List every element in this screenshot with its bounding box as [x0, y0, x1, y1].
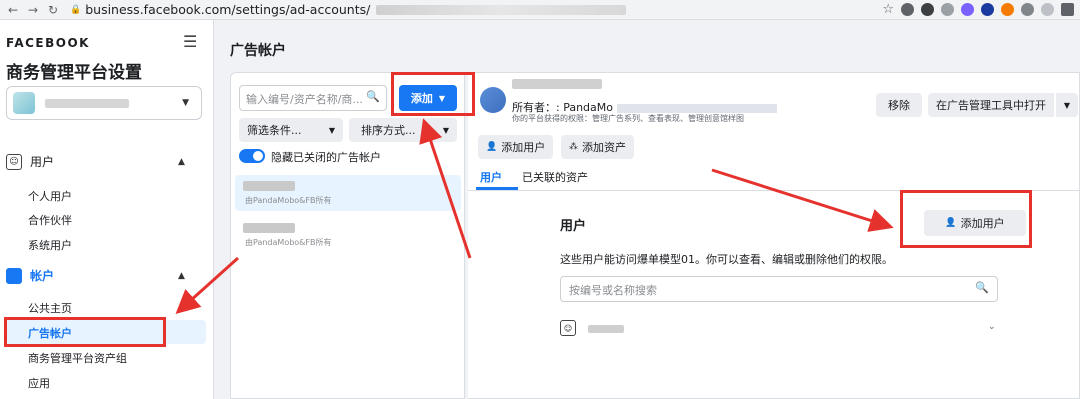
back-icon[interactable]: ←: [6, 3, 20, 17]
extension-icon[interactable]: [901, 3, 914, 16]
list-item[interactable]: 由PandaMobo&FB所有: [235, 217, 461, 253]
sidebar-item-partners[interactable]: 合作伙伴: [28, 212, 72, 228]
filter-label: 筛选条件...: [247, 124, 302, 137]
sidebar-item-system-users[interactable]: 系统用户: [28, 237, 72, 253]
add-person-icon: 👤: [486, 142, 498, 152]
chevron-up-icon: ▲: [178, 270, 185, 281]
highlight-ad-accounts: [4, 317, 166, 347]
url-text: business.facebook.com/settings/ad-accoun…: [85, 2, 371, 17]
add-user-toolbar-button[interactable]: 👤 添加用户: [478, 135, 554, 159]
list-item[interactable]: 由PandaMobo&FB所有: [235, 175, 461, 211]
tab-users[interactable]: 用户: [476, 169, 506, 185]
extensions-bar: ☆: [882, 2, 1074, 17]
user-search-placeholder: 按编号或名称搜索: [569, 284, 657, 297]
user-id-icon: ☺: [560, 320, 576, 336]
business-name-blurred: [45, 98, 129, 108]
add-asset-label: 添加资产: [582, 141, 626, 154]
caret-down-icon: ▼: [442, 125, 449, 135]
remove-button[interactable]: 移除: [876, 93, 922, 117]
extension-icon[interactable]: [1021, 3, 1034, 16]
page-title: 广告帐户: [230, 43, 286, 59]
account-name-blurred: [243, 181, 295, 191]
sidebar-item-apps[interactable]: 应用: [28, 375, 50, 391]
chevron-up-icon: ▲: [178, 156, 185, 167]
ad-account-list-panel: 输入编号/资产名称/商... 🔍 添加 ▼ 筛选条件... ▼ 排序方式... …: [230, 72, 465, 399]
user-search-input[interactable]: 按编号或名称搜索 🔍: [560, 276, 998, 302]
extension-icon[interactable]: [961, 3, 974, 16]
section-accounts-label: 帐户: [30, 269, 55, 283]
search-placeholder: 输入编号/资产名称/商...: [246, 93, 363, 106]
section-users[interactable]: ☺ 用户 ▲: [6, 153, 185, 170]
sidebar-item-people[interactable]: 个人用户: [28, 188, 72, 204]
sort-label: 排序方式...: [361, 124, 416, 137]
user-name-blurred: [588, 325, 624, 333]
account-owner: 由PandaMobo&FB所有: [245, 238, 332, 247]
extension-icon[interactable]: [1001, 3, 1014, 16]
hide-closed-label: 隐藏已关闭的广告帐户: [271, 151, 381, 164]
chevron-down-icon: ▼: [182, 98, 189, 108]
asset-icon: ⁂: [569, 142, 578, 152]
sidebar-item-pages[interactable]: 公共主页: [28, 300, 72, 316]
chevron-down-icon[interactable]: ⌄: [988, 322, 996, 332]
account-name-blurred: [512, 79, 602, 89]
detail-tabs: 用户 已关联的资产: [476, 169, 588, 185]
filter-dropdown[interactable]: 筛选条件... ▼: [239, 118, 343, 142]
permissions-text: 你的平台获得的权限：管理广告系列、查看表现、管理创意馆样图: [512, 114, 744, 123]
add-asset-button[interactable]: ⁂ 添加资产: [561, 135, 634, 159]
caret-down-icon: ▼: [328, 125, 335, 135]
section-accounts[interactable]: 帐户 ▲: [6, 267, 185, 284]
extension-icon[interactable]: [981, 3, 994, 16]
extension-icon[interactable]: [921, 3, 934, 16]
add-user-label: 添加用户: [501, 141, 546, 154]
sort-dropdown[interactable]: 排序方式... ▼: [349, 118, 457, 142]
search-icon: 🔍: [366, 90, 380, 103]
sidebar-title: 商务管理平台设置: [6, 63, 142, 83]
highlight-add-button: [391, 72, 475, 116]
business-avatar: [13, 92, 35, 114]
sidebar-item-asset-groups[interactable]: 商务管理平台资产组: [28, 350, 127, 366]
search-icon: 🔍: [975, 281, 989, 294]
caret-down-icon[interactable]: ▼: [1056, 93, 1078, 117]
account-owner: 由PandaMobo&FB所有: [245, 196, 332, 205]
url-blurred: [376, 4, 627, 15]
reload-icon[interactable]: ↻: [46, 3, 60, 17]
account-search-input[interactable]: 输入编号/资产名称/商... 🔍: [239, 85, 387, 111]
address-bar[interactable]: 🔒 business.facebook.com/settings/ad-acco…: [70, 2, 627, 17]
users-section-title: 用户: [560, 219, 587, 234]
forward-icon[interactable]: →: [26, 3, 40, 17]
section-users-label: 用户: [30, 155, 55, 169]
menu-icon[interactable]: ☰: [183, 32, 197, 51]
bookmark-star-icon[interactable]: ☆: [882, 2, 894, 17]
accounts-icon: [6, 267, 22, 284]
facebook-logo: FACEBOOK: [6, 36, 90, 50]
puzzle-icon[interactable]: [1061, 3, 1074, 16]
highlight-add-user: [900, 190, 1032, 248]
users-description: 这些用户能访问爆单模型01。你可以查看、编辑或删除他们的权限。: [560, 253, 893, 266]
browser-toolbar: ← → ↻ 🔒 business.facebook.com/settings/a…: [0, 0, 1080, 20]
account-name-blurred: [243, 223, 295, 233]
account-avatar: [480, 87, 506, 113]
user-id-icon: ☺: [6, 153, 22, 170]
hide-closed-toggle[interactable]: [239, 149, 265, 163]
extension-icon[interactable]: [1041, 3, 1054, 16]
owner-blurred: [617, 103, 777, 113]
lock-icon: 🔒: [70, 4, 82, 15]
open-in-ads-manager-button[interactable]: 在广告管理工具中打开: [928, 93, 1054, 117]
tab-connected-assets[interactable]: 已关联的资产: [522, 169, 588, 185]
business-selector[interactable]: ▼: [6, 86, 202, 120]
extension-icon[interactable]: [941, 3, 954, 16]
